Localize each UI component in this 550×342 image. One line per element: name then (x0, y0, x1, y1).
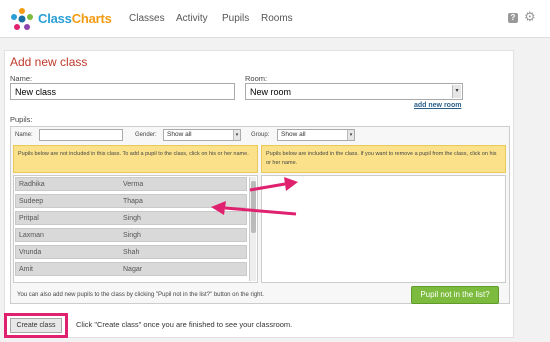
included-pupils-list[interactable] (261, 175, 506, 283)
filter-name-input[interactable] (39, 129, 123, 141)
included-info: Pupils below are included in the class. … (261, 145, 506, 173)
room-select[interactable]: New room ▾ (245, 83, 463, 100)
create-class-button[interactable]: Create class (10, 318, 62, 333)
classcharts-logo[interactable]: ClassCharts (10, 7, 120, 31)
pupil-last-name: Thapa (123, 198, 143, 205)
page-title: Add new class (10, 55, 88, 69)
pupil-first-name: Pritpal (19, 215, 39, 222)
pupil-last-name: Singh (123, 215, 141, 222)
filter-group-select[interactable]: Show all ▾ (277, 129, 355, 141)
pupil-last-name: Singh (123, 232, 141, 239)
pupil-not-in-list-button[interactable]: Pupil not in the list? (411, 286, 499, 304)
pupil-first-name: Amit (19, 266, 33, 273)
pupil-first-name: Vrunda (19, 249, 42, 256)
create-class-highlight: Create class (4, 313, 68, 338)
filter-group-label: Group: (251, 132, 270, 138)
pupil-row[interactable]: Vrunda Shah (15, 245, 247, 259)
pupil-first-name: Sudeep (19, 198, 44, 205)
pupil-first-name: Radhika (19, 181, 45, 188)
room-label: Room: (245, 74, 268, 83)
pupils-label: Pupils: (10, 115, 33, 124)
add-class-panel: Add new class Name: New class Room: New … (4, 50, 514, 338)
dropdown-arrow-icon: ▾ (233, 130, 240, 140)
dropdown-arrow-icon: ▾ (347, 130, 354, 140)
room-select-value: New room (250, 87, 292, 97)
name-label: Name: (10, 74, 33, 83)
pupil-last-name: Verma (123, 181, 144, 188)
scrollbar-thumb[interactable] (251, 181, 256, 233)
pupils-section: Name: Gender: Show all ▾ Group: Show all… (10, 126, 510, 304)
nav-classes[interactable]: Classes (129, 13, 165, 24)
group-select-value: Show all (281, 131, 306, 138)
gender-select-value: Show all (167, 131, 192, 138)
pupil-row[interactable]: Sudeep Thapa (15, 194, 247, 208)
logo-icon (11, 8, 33, 30)
nav-rooms[interactable]: Rooms (261, 13, 293, 24)
pupil-row[interactable]: Amit Nagar (15, 262, 247, 276)
class-name-input[interactable]: New class (10, 83, 235, 100)
pupil-row[interactable]: Radhika Verma (15, 177, 247, 191)
add-pupil-note: You can also add new pupils to the class… (17, 292, 264, 298)
help-icon[interactable]: ? (508, 13, 518, 23)
create-class-hint: Click "Create class" once you are finish… (76, 320, 293, 329)
gear-icon[interactable]: ⚙ (524, 10, 536, 24)
pupil-first-name: Laxman (19, 232, 44, 239)
pupil-last-name: Nagar (123, 266, 143, 273)
top-navigation-bar: ClassCharts Classes Activity Pupils Room… (0, 0, 550, 38)
pupil-last-name: Shah (123, 249, 140, 256)
logo-text: ClassCharts (38, 11, 112, 26)
available-pupils-list[interactable]: Radhika Verma Sudeep Thapa Pritpal Singh… (13, 175, 258, 283)
dropdown-arrow-icon: ▾ (452, 85, 461, 98)
pupil-row[interactable]: Pritpal Singh (15, 211, 247, 225)
add-new-room-link[interactable]: add new room (414, 102, 461, 109)
filter-name-label: Name: (15, 132, 33, 138)
not-included-info: Pupils below are not included in this cl… (13, 145, 258, 173)
filter-gender-select[interactable]: Show all ▾ (163, 129, 241, 141)
nav-pupils[interactable]: Pupils (222, 13, 249, 24)
top-icons: ? ⚙ (508, 10, 540, 25)
pupil-row[interactable]: Laxman Singh (15, 228, 247, 242)
nav-activity[interactable]: Activity (176, 13, 208, 24)
filter-gender-label: Gender: (135, 132, 157, 138)
pupil-list-scrollbar[interactable] (249, 177, 256, 281)
